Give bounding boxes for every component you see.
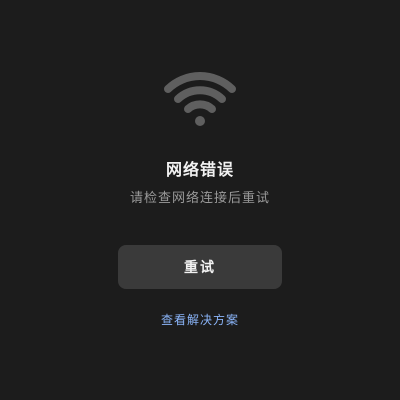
error-message: 请检查网络连接后重试 <box>129 191 270 206</box>
view-solutions-link[interactable]: 查看解决方案 <box>0 311 400 328</box>
wifi-icon <box>164 70 236 128</box>
error-title: 网络错误 <box>165 160 234 179</box>
retry-button[interactable]: 重试 <box>118 245 282 289</box>
network-error-screen: 网络错误 请检查网络连接后重试 重试 查看解决方案 <box>0 0 400 400</box>
